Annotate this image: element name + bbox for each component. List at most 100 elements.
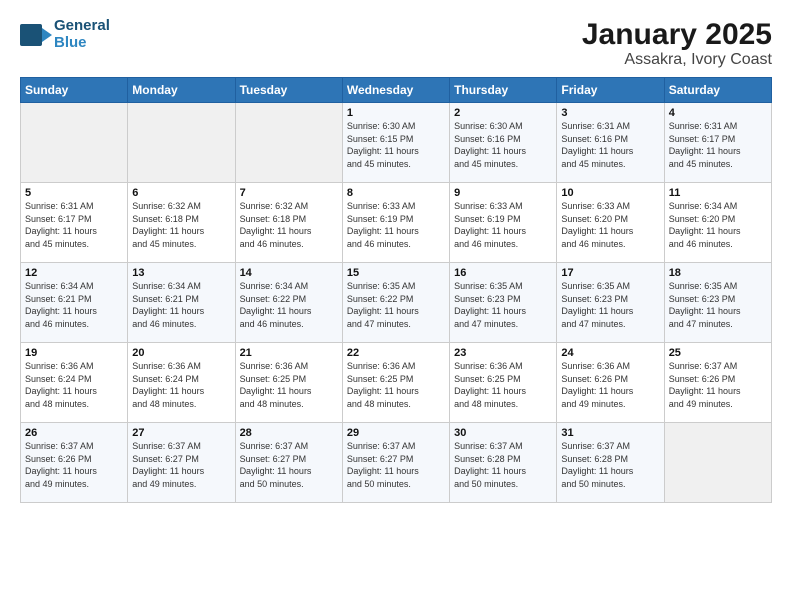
- day-info: Sunrise: 6:33 AM Sunset: 6:19 PM Dayligh…: [347, 200, 445, 250]
- table-row: 24Sunrise: 6:36 AM Sunset: 6:26 PM Dayli…: [557, 343, 664, 423]
- table-row: [664, 423, 771, 503]
- day-number: 22: [347, 347, 445, 359]
- day-info: Sunrise: 6:36 AM Sunset: 6:26 PM Dayligh…: [561, 360, 659, 410]
- table-row: 9Sunrise: 6:33 AM Sunset: 6:19 PM Daylig…: [450, 183, 557, 263]
- logo-icon: [20, 24, 52, 46]
- day-info: Sunrise: 6:31 AM Sunset: 6:17 PM Dayligh…: [669, 120, 767, 170]
- day-info: Sunrise: 6:35 AM Sunset: 6:23 PM Dayligh…: [669, 280, 767, 330]
- day-number: 1: [347, 107, 445, 119]
- day-number: 11: [669, 187, 767, 199]
- header-thursday: Thursday: [450, 78, 557, 103]
- day-info: Sunrise: 6:33 AM Sunset: 6:20 PM Dayligh…: [561, 200, 659, 250]
- day-info: Sunrise: 6:37 AM Sunset: 6:28 PM Dayligh…: [561, 440, 659, 490]
- table-row: 11Sunrise: 6:34 AM Sunset: 6:20 PM Dayli…: [664, 183, 771, 263]
- calendar-table: Sunday Monday Tuesday Wednesday Thursday…: [20, 77, 772, 503]
- day-info: Sunrise: 6:31 AM Sunset: 6:17 PM Dayligh…: [25, 200, 123, 250]
- table-row: 21Sunrise: 6:36 AM Sunset: 6:25 PM Dayli…: [235, 343, 342, 423]
- day-info: Sunrise: 6:34 AM Sunset: 6:20 PM Dayligh…: [669, 200, 767, 250]
- page: General Blue January 2025 Assakra, Ivory…: [0, 0, 792, 612]
- calendar-title: January 2025: [582, 18, 772, 51]
- table-row: 22Sunrise: 6:36 AM Sunset: 6:25 PM Dayli…: [342, 343, 449, 423]
- day-number: 31: [561, 427, 659, 439]
- day-info: Sunrise: 6:34 AM Sunset: 6:22 PM Dayligh…: [240, 280, 338, 330]
- day-info: Sunrise: 6:36 AM Sunset: 6:24 PM Dayligh…: [25, 360, 123, 410]
- day-info: Sunrise: 6:37 AM Sunset: 6:27 PM Dayligh…: [240, 440, 338, 490]
- day-number: 5: [25, 187, 123, 199]
- day-info: Sunrise: 6:32 AM Sunset: 6:18 PM Dayligh…: [132, 200, 230, 250]
- table-row: 27Sunrise: 6:37 AM Sunset: 6:27 PM Dayli…: [128, 423, 235, 503]
- day-number: 7: [240, 187, 338, 199]
- header-saturday: Saturday: [664, 78, 771, 103]
- day-number: 15: [347, 267, 445, 279]
- table-row: 30Sunrise: 6:37 AM Sunset: 6:28 PM Dayli…: [450, 423, 557, 503]
- table-row: [235, 103, 342, 183]
- header-wednesday: Wednesday: [342, 78, 449, 103]
- day-number: 9: [454, 187, 552, 199]
- day-number: 14: [240, 267, 338, 279]
- day-number: 2: [454, 107, 552, 119]
- day-info: Sunrise: 6:34 AM Sunset: 6:21 PM Dayligh…: [132, 280, 230, 330]
- table-row: 3Sunrise: 6:31 AM Sunset: 6:16 PM Daylig…: [557, 103, 664, 183]
- table-row: 10Sunrise: 6:33 AM Sunset: 6:20 PM Dayli…: [557, 183, 664, 263]
- day-info: Sunrise: 6:34 AM Sunset: 6:21 PM Dayligh…: [25, 280, 123, 330]
- day-number: 29: [347, 427, 445, 439]
- day-info: Sunrise: 6:31 AM Sunset: 6:16 PM Dayligh…: [561, 120, 659, 170]
- calendar-week-row: 19Sunrise: 6:36 AM Sunset: 6:24 PM Dayli…: [21, 343, 772, 423]
- day-info: Sunrise: 6:36 AM Sunset: 6:25 PM Dayligh…: [347, 360, 445, 410]
- day-info: Sunrise: 6:33 AM Sunset: 6:19 PM Dayligh…: [454, 200, 552, 250]
- table-row: 5Sunrise: 6:31 AM Sunset: 6:17 PM Daylig…: [21, 183, 128, 263]
- day-number: 10: [561, 187, 659, 199]
- table-row: 19Sunrise: 6:36 AM Sunset: 6:24 PM Dayli…: [21, 343, 128, 423]
- logo: General Blue: [20, 18, 110, 51]
- day-number: 17: [561, 267, 659, 279]
- day-info: Sunrise: 6:37 AM Sunset: 6:27 PM Dayligh…: [347, 440, 445, 490]
- day-info: Sunrise: 6:30 AM Sunset: 6:16 PM Dayligh…: [454, 120, 552, 170]
- day-number: 3: [561, 107, 659, 119]
- table-row: 17Sunrise: 6:35 AM Sunset: 6:23 PM Dayli…: [557, 263, 664, 343]
- header-sunday: Sunday: [21, 78, 128, 103]
- day-number: 13: [132, 267, 230, 279]
- table-row: 23Sunrise: 6:36 AM Sunset: 6:25 PM Dayli…: [450, 343, 557, 423]
- calendar-week-row: 26Sunrise: 6:37 AM Sunset: 6:26 PM Dayli…: [21, 423, 772, 503]
- day-number: 21: [240, 347, 338, 359]
- table-row: 29Sunrise: 6:37 AM Sunset: 6:27 PM Dayli…: [342, 423, 449, 503]
- day-info: Sunrise: 6:30 AM Sunset: 6:15 PM Dayligh…: [347, 120, 445, 170]
- table-row: 7Sunrise: 6:32 AM Sunset: 6:18 PM Daylig…: [235, 183, 342, 263]
- table-row: 28Sunrise: 6:37 AM Sunset: 6:27 PM Dayli…: [235, 423, 342, 503]
- header-tuesday: Tuesday: [235, 78, 342, 103]
- day-number: 18: [669, 267, 767, 279]
- table-row: 8Sunrise: 6:33 AM Sunset: 6:19 PM Daylig…: [342, 183, 449, 263]
- day-number: 4: [669, 107, 767, 119]
- header-monday: Monday: [128, 78, 235, 103]
- calendar-subtitle: Assakra, Ivory Coast: [582, 51, 772, 69]
- day-info: Sunrise: 6:32 AM Sunset: 6:18 PM Dayligh…: [240, 200, 338, 250]
- day-info: Sunrise: 6:36 AM Sunset: 6:25 PM Dayligh…: [454, 360, 552, 410]
- day-number: 27: [132, 427, 230, 439]
- table-row: 31Sunrise: 6:37 AM Sunset: 6:28 PM Dayli…: [557, 423, 664, 503]
- day-info: Sunrise: 6:36 AM Sunset: 6:25 PM Dayligh…: [240, 360, 338, 410]
- day-number: 30: [454, 427, 552, 439]
- table-row: 4Sunrise: 6:31 AM Sunset: 6:17 PM Daylig…: [664, 103, 771, 183]
- table-row: 16Sunrise: 6:35 AM Sunset: 6:23 PM Dayli…: [450, 263, 557, 343]
- day-number: 28: [240, 427, 338, 439]
- table-row: 26Sunrise: 6:37 AM Sunset: 6:26 PM Dayli…: [21, 423, 128, 503]
- table-row: [21, 103, 128, 183]
- day-info: Sunrise: 6:35 AM Sunset: 6:23 PM Dayligh…: [454, 280, 552, 330]
- table-row: 12Sunrise: 6:34 AM Sunset: 6:21 PM Dayli…: [21, 263, 128, 343]
- table-row: 15Sunrise: 6:35 AM Sunset: 6:22 PM Dayli…: [342, 263, 449, 343]
- day-info: Sunrise: 6:37 AM Sunset: 6:26 PM Dayligh…: [669, 360, 767, 410]
- table-row: 2Sunrise: 6:30 AM Sunset: 6:16 PM Daylig…: [450, 103, 557, 183]
- header-friday: Friday: [557, 78, 664, 103]
- table-row: [128, 103, 235, 183]
- day-info: Sunrise: 6:37 AM Sunset: 6:28 PM Dayligh…: [454, 440, 552, 490]
- table-row: 1Sunrise: 6:30 AM Sunset: 6:15 PM Daylig…: [342, 103, 449, 183]
- table-row: 18Sunrise: 6:35 AM Sunset: 6:23 PM Dayli…: [664, 263, 771, 343]
- calendar-week-row: 1Sunrise: 6:30 AM Sunset: 6:15 PM Daylig…: [21, 103, 772, 183]
- day-number: 20: [132, 347, 230, 359]
- day-number: 16: [454, 267, 552, 279]
- calendar-week-row: 12Sunrise: 6:34 AM Sunset: 6:21 PM Dayli…: [21, 263, 772, 343]
- day-number: 24: [561, 347, 659, 359]
- day-info: Sunrise: 6:37 AM Sunset: 6:27 PM Dayligh…: [132, 440, 230, 490]
- table-row: 25Sunrise: 6:37 AM Sunset: 6:26 PM Dayli…: [664, 343, 771, 423]
- calendar-header-row: Sunday Monday Tuesday Wednesday Thursday…: [21, 78, 772, 103]
